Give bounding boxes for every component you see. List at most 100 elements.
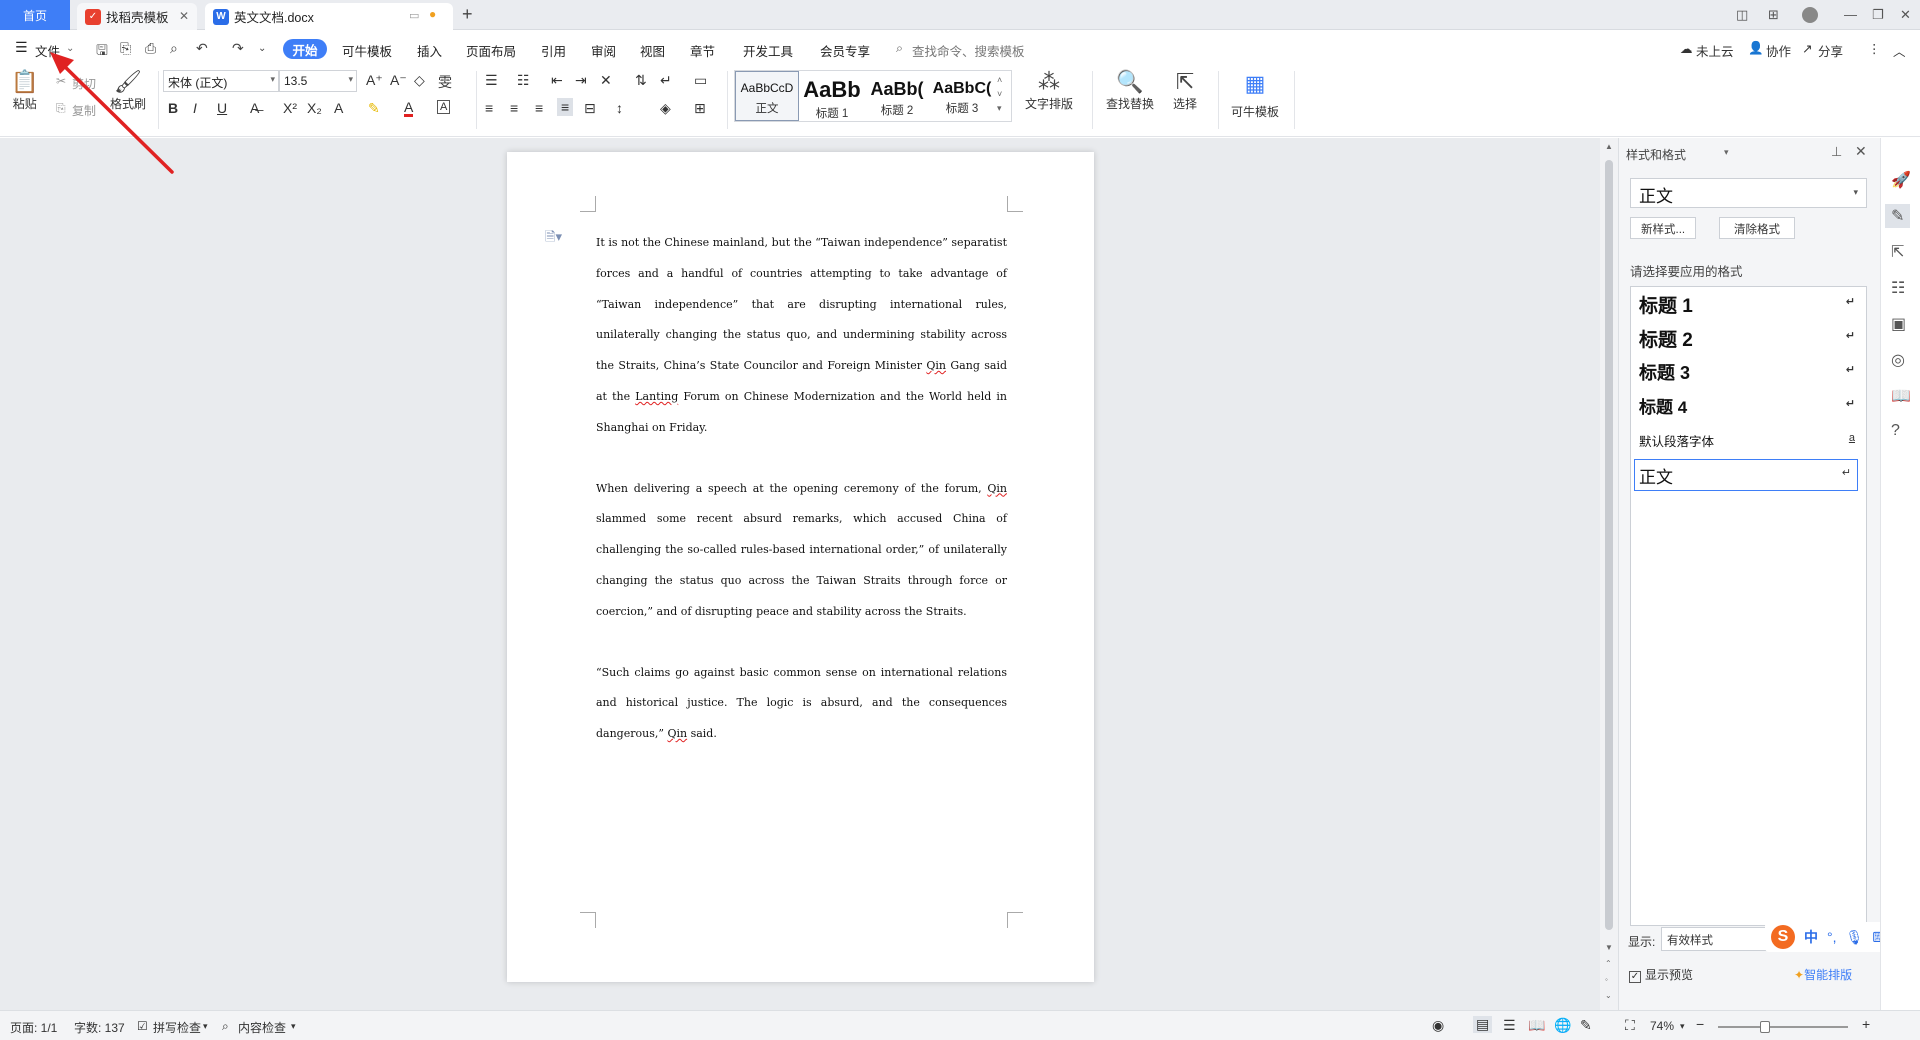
align-center-icon[interactable]: ≡ <box>510 100 518 116</box>
gallery-scroll-icon[interactable]: ˄ ˅ ▾ <box>997 73 1002 115</box>
share-icon[interactable]: ↗ <box>1802 41 1812 56</box>
pinyin-icon[interactable]: 雯 <box>438 72 452 92</box>
zoom-in-icon[interactable]: + <box>1862 1016 1870 1032</box>
close-window-icon[interactable]: ✕ <box>1900 7 1911 23</box>
numbered-list-icon[interactable]: ☷ <box>517 72 530 89</box>
justify-icon[interactable]: ≡ <box>557 98 574 116</box>
bullet-list-icon[interactable]: ☰ <box>485 72 498 89</box>
style-item-heading-2[interactable]: 标题 2 ↵ <box>1639 325 1861 353</box>
chinese-layout-icon[interactable]: ✕ <box>600 72 612 89</box>
scroll-thumb[interactable] <box>1605 160 1613 930</box>
char-border-icon[interactable]: A <box>437 100 451 114</box>
ime-chinese-icon[interactable]: 中 <box>1804 927 1818 947</box>
decrease-indent-icon[interactable]: ⇤ <box>551 72 563 89</box>
avatar[interactable] <box>1802 7 1818 23</box>
cut-label[interactable]: 剪切 <box>72 75 96 92</box>
share-button[interactable]: 分享 <box>1818 41 1843 60</box>
new-tab-button[interactable]: + <box>462 4 473 25</box>
style-pen-icon[interactable]: ✎ <box>1885 204 1911 228</box>
style-normal[interactable]: AaBbCcD 正文 <box>735 71 799 121</box>
style-heading-2[interactable]: AaBb( 标题 2 <box>865 71 929 121</box>
paragraph[interactable]: When delivering a speech at the opening … <box>596 474 1007 628</box>
content-check-icon[interactable]: ⌕ <box>222 1019 229 1034</box>
help-icon[interactable]: ? <box>1891 422 1900 440</box>
style-heading-3[interactable]: AaBbC( 标题 3 <box>929 71 995 121</box>
cloud-status[interactable]: 未上云 <box>1696 41 1734 60</box>
grow-font-icon[interactable]: A⁺ <box>366 72 383 89</box>
style-item-heading-4[interactable]: 标题 4 ↵ <box>1639 393 1861 421</box>
tab-review[interactable]: 审阅 <box>591 41 616 60</box>
table-tools-icon[interactable]: ▭ <box>694 72 707 89</box>
print-icon[interactable]: ⎙ <box>145 40 156 57</box>
page-view-icon[interactable]: ▤ <box>1473 1016 1493 1033</box>
undo-icon[interactable]: ↶ <box>196 40 208 57</box>
show-marks-icon[interactable]: ↵ <box>660 72 672 89</box>
superscript-icon[interactable]: X² <box>283 100 297 116</box>
spell-check-icon[interactable]: ☑ <box>137 1019 148 1033</box>
paragraph[interactable]: “Such claims go against basic common sen… <box>596 658 1007 750</box>
image-tools-icon[interactable]: ▣ <box>1891 314 1906 334</box>
zoom-slider-thumb[interactable] <box>1760 1021 1770 1033</box>
layout-icon[interactable]: ◫ <box>1736 7 1748 23</box>
smart-layout-button[interactable]: ✦智能排版 <box>1794 966 1852 983</box>
copy-label[interactable]: 复制 <box>72 102 96 119</box>
align-right-icon[interactable]: ≡ <box>535 100 543 116</box>
restore-icon[interactable]: ❐ <box>1872 7 1884 23</box>
subscript-icon[interactable]: X₂ <box>307 100 322 116</box>
style-item-default-font[interactable]: 默认段落字体 a <box>1639 431 1861 453</box>
customize-quick-access-icon[interactable]: ⌄ <box>258 43 266 54</box>
tab-kn-templates[interactable]: 可牛模板 <box>342 41 392 60</box>
word-count[interactable]: 字数: 137 <box>74 1019 125 1036</box>
microphone-icon[interactable]: 🎙 <box>1846 929 1864 946</box>
chevron-down-icon[interactable]: ▾ <box>1724 147 1729 158</box>
export-pdf-icon[interactable]: ⎘ <box>120 40 131 57</box>
sogou-ime-icon[interactable]: S <box>1771 925 1795 949</box>
properties-icon[interactable]: ☷ <box>1891 278 1905 298</box>
pin-icon[interactable]: ⊥ <box>1831 144 1842 160</box>
align-left-icon[interactable]: ≡ <box>485 100 493 116</box>
style-item-heading-1[interactable]: 标题 1 ↵ <box>1639 291 1861 319</box>
close-icon[interactable]: ✕ <box>179 9 189 23</box>
style-item-heading-3[interactable]: 标题 3 ↵ <box>1639 359 1861 387</box>
scissors-icon[interactable]: ✂ <box>56 74 66 88</box>
style-heading-1[interactable]: AaBb 标题 1 <box>799 71 865 121</box>
redo-icon[interactable]: ↷ <box>232 40 244 57</box>
chevron-down-icon[interactable]: ▾ <box>291 1021 296 1032</box>
new-style-button[interactable]: 新样式... <box>1630 217 1697 239</box>
spelling-flag[interactable]: Qin <box>987 482 1007 495</box>
zoom-level[interactable]: 74% <box>1650 1019 1674 1033</box>
chevron-down-icon[interactable]: ⌄ <box>66 43 74 54</box>
underline-icon[interactable]: U <box>217 100 227 116</box>
copy-icon[interactable]: ⎘ <box>56 101 66 116</box>
strikethrough-icon[interactable]: A̶ <box>250 100 259 116</box>
collab-icon[interactable]: 👤 <box>1748 41 1764 56</box>
kn-template-button[interactable]: ▦ 可牛模板 <box>1231 71 1279 120</box>
collapse-ribbon-icon[interactable]: ︿ <box>1893 41 1906 60</box>
zoom-slider[interactable] <box>1718 1021 1848 1033</box>
font-size-select[interactable]: 13.5 ▾ <box>279 70 357 92</box>
tab-view[interactable]: 视图 <box>640 41 665 60</box>
zoom-out-icon[interactable]: − <box>1696 1016 1704 1032</box>
tab-member[interactable]: 会员专享 <box>820 41 870 60</box>
rocket-icon[interactable]: 🚀 <box>1891 170 1911 190</box>
tab-developer[interactable]: 开发工具 <box>743 41 793 60</box>
tab-page-layout[interactable]: 页面布局 <box>466 41 516 60</box>
search-icon[interactable]: ⌕ <box>896 41 903 56</box>
outline-view-icon[interactable]: ☰ <box>1503 1017 1516 1034</box>
text-layout-button[interactable]: ⁂ 文字排版 <box>1025 69 1073 112</box>
shading-icon[interactable]: ◈ <box>660 100 671 117</box>
print-preview-icon[interactable]: ⌕ <box>170 40 178 57</box>
select-cursor-icon[interactable]: ⇱ <box>1891 242 1904 262</box>
clear-format-icon[interactable]: ◇ <box>414 72 425 89</box>
paste-button[interactable]: 📋 粘贴 <box>11 69 38 112</box>
italic-icon[interactable]: I <box>193 100 197 116</box>
spelling-flag[interactable]: Lanting <box>635 390 678 403</box>
highlight-icon[interactable]: ✎ <box>368 100 380 117</box>
reading-view-icon[interactable]: 📖 <box>1528 1017 1545 1034</box>
tab-document[interactable]: W 英文文档.docx ▭ ● <box>205 3 453 30</box>
format-painter-button[interactable]: 🖌 格式刷 <box>110 69 146 112</box>
panel-title[interactable]: 样式和格式 <box>1626 146 1686 163</box>
spelling-flag[interactable]: Qin <box>667 727 687 740</box>
tab-docer-templates[interactable]: ✓ 找稻壳模板 ✕ <box>77 3 197 30</box>
current-style-select[interactable]: 正文 ▾ <box>1630 178 1867 208</box>
